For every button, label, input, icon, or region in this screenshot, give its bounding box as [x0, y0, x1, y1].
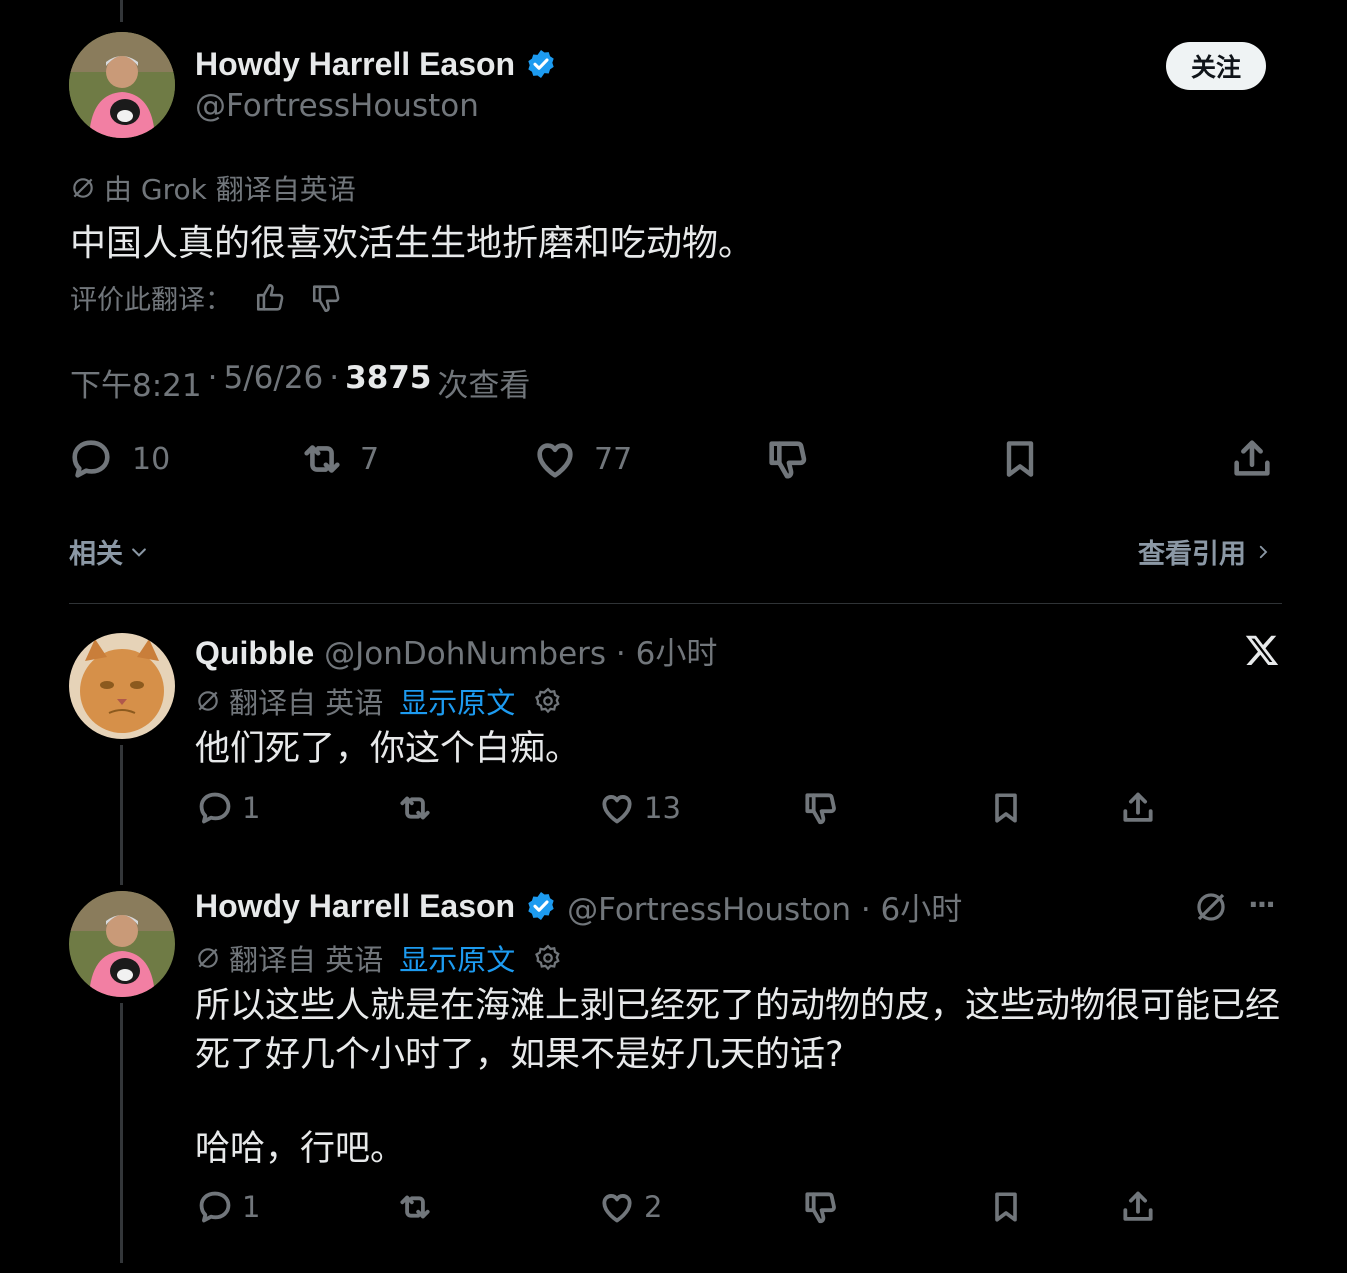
rate-translation: 评价此翻译：	[70, 278, 344, 317]
author-handle-time[interactable]: @JonDohNumbers · 6小时	[324, 628, 717, 673]
avatar-photo-icon	[69, 32, 175, 138]
translate-icon	[73, 178, 93, 198]
author-name[interactable]: Howdy Harrell Eason	[195, 888, 515, 925]
show-original-link[interactable]: 显示原文	[399, 680, 515, 722]
timestamp-row: 下午8:21 · 5/6/26 · 3875 次查看	[70, 360, 530, 405]
thumbs-up-icon[interactable]	[254, 281, 288, 315]
translate-icon	[198, 691, 218, 711]
author-handle[interactable]: @FortressHouston	[195, 88, 479, 124]
translation-note: 由 Grok 翻译自英语	[70, 168, 356, 208]
like-icon	[602, 795, 632, 824]
reply1-text: 他们死了，你这个白痴。	[195, 729, 581, 769]
bookmark-icon[interactable]	[988, 1188, 1024, 1226]
like-button[interactable]: 13	[598, 789, 681, 827]
tweet-text: 中国人真的很喜欢活生生地折磨和吃动物。	[70, 223, 755, 264]
settings-icon[interactable]	[533, 943, 563, 973]
like-icon	[537, 443, 573, 478]
verified-badge-icon	[528, 50, 554, 78]
related-label: 相关	[69, 539, 123, 570]
related-dropdown[interactable]: 相关	[69, 532, 149, 571]
like-count: 2	[644, 1190, 663, 1224]
like-button[interactable]: 77	[532, 436, 632, 482]
author-name[interactable]: Howdy Harrell Eason	[195, 46, 515, 83]
more-icon[interactable]: ···	[1248, 888, 1276, 921]
reply2-text-line-3: 哈哈，行吧。	[195, 1129, 406, 1169]
avatar[interactable]	[69, 32, 175, 138]
reply-button[interactable]: 1	[196, 789, 260, 827]
cat-avatar-icon	[69, 633, 175, 739]
views-label: 次查看	[437, 368, 531, 404]
translate-icon	[198, 948, 218, 968]
translated-label: 翻译自 英语	[229, 943, 384, 977]
chevron-down-icon	[132, 547, 146, 557]
divider	[69, 603, 1282, 604]
tweet-time[interactable]: 下午8:21	[70, 360, 202, 405]
like-count: 13	[644, 791, 681, 825]
reply-button[interactable]: 10	[68, 436, 170, 482]
thread-line-reply1	[120, 745, 123, 885]
thread-line-top	[120, 0, 123, 22]
like-button[interactable]: 2	[598, 1188, 662, 1226]
reply-icon	[199, 792, 231, 824]
view-quotes-link[interactable]: 查看引用	[1138, 532, 1272, 571]
reply-count: 1	[242, 1190, 261, 1224]
dislike-icon[interactable]	[801, 1188, 839, 1226]
thumbs-down-icon[interactable]	[310, 281, 344, 315]
settings-icon[interactable]	[533, 686, 563, 716]
x-logo-icon[interactable]	[1244, 632, 1280, 668]
chevron-right-icon	[1259, 545, 1268, 558]
translated-label: 翻译自 英语	[229, 686, 384, 720]
separator: ·	[207, 360, 218, 396]
retweet-icon	[304, 445, 340, 473]
like-icon	[602, 1194, 632, 1223]
reply-count: 10	[132, 441, 171, 477]
retweet-icon	[400, 796, 430, 820]
avatar[interactable]	[69, 633, 175, 739]
reply2-translation-row: 翻译自 英语 显示原文	[195, 937, 563, 979]
reply-icon	[72, 440, 110, 478]
translation-note-label: 由 Grok 翻译自英语	[104, 173, 356, 206]
follow-button[interactable]: 关注	[1166, 42, 1266, 90]
reply-count: 1	[242, 791, 261, 825]
dislike-icon[interactable]	[801, 789, 839, 827]
tweet-date[interactable]: 5/6/26	[223, 360, 323, 405]
retweet-button[interactable]	[395, 1188, 435, 1226]
rate-translation-label: 评价此翻译：	[70, 285, 232, 316]
dislike-icon[interactable]	[764, 436, 810, 482]
share-icon[interactable]	[1119, 1188, 1157, 1226]
author-name[interactable]: Quibble	[195, 635, 314, 672]
bookmark-icon[interactable]	[988, 789, 1024, 827]
bookmark-icon[interactable]	[998, 436, 1042, 482]
like-count: 77	[594, 441, 633, 477]
verified-badge-icon	[528, 892, 554, 920]
avatar[interactable]	[69, 891, 175, 997]
author-row: Howdy Harrell Eason	[195, 42, 557, 86]
views-count: 3875	[345, 360, 432, 396]
share-icon[interactable]	[1119, 789, 1157, 827]
reply1-translation-row: 翻译自 英语 显示原文	[195, 680, 563, 722]
reply-icon	[199, 1191, 231, 1223]
retweet-button[interactable]: 7	[298, 436, 379, 482]
author-handle-time[interactable]: @FortressHouston · 6小时	[567, 884, 962, 929]
avatar-photo-icon	[69, 891, 175, 997]
translate-icon[interactable]	[1193, 889, 1229, 925]
reply2-header: Howdy Harrell Eason @FortressHouston · 6…	[195, 884, 962, 928]
retweet-count: 7	[360, 441, 380, 477]
thread-line-reply2	[120, 1003, 123, 1263]
share-icon[interactable]	[1229, 436, 1275, 482]
reply1-header: Quibble @JonDohNumbers · 6小时	[195, 628, 717, 672]
reply2-text-line-2: 死了好几个小时了，如果不是好几天的话?	[195, 1035, 844, 1075]
show-original-link[interactable]: 显示原文	[399, 937, 515, 979]
separator: ·	[329, 360, 340, 396]
reply-button[interactable]: 1	[196, 1188, 260, 1226]
view-quotes-label: 查看引用	[1138, 539, 1246, 570]
reply2-text-line-1: 所以这些人就是在海滩上剥已经死了的动物的皮，这些动物很可能已经	[195, 986, 1281, 1026]
retweet-button[interactable]	[395, 789, 435, 827]
retweet-icon	[400, 1195, 430, 1219]
